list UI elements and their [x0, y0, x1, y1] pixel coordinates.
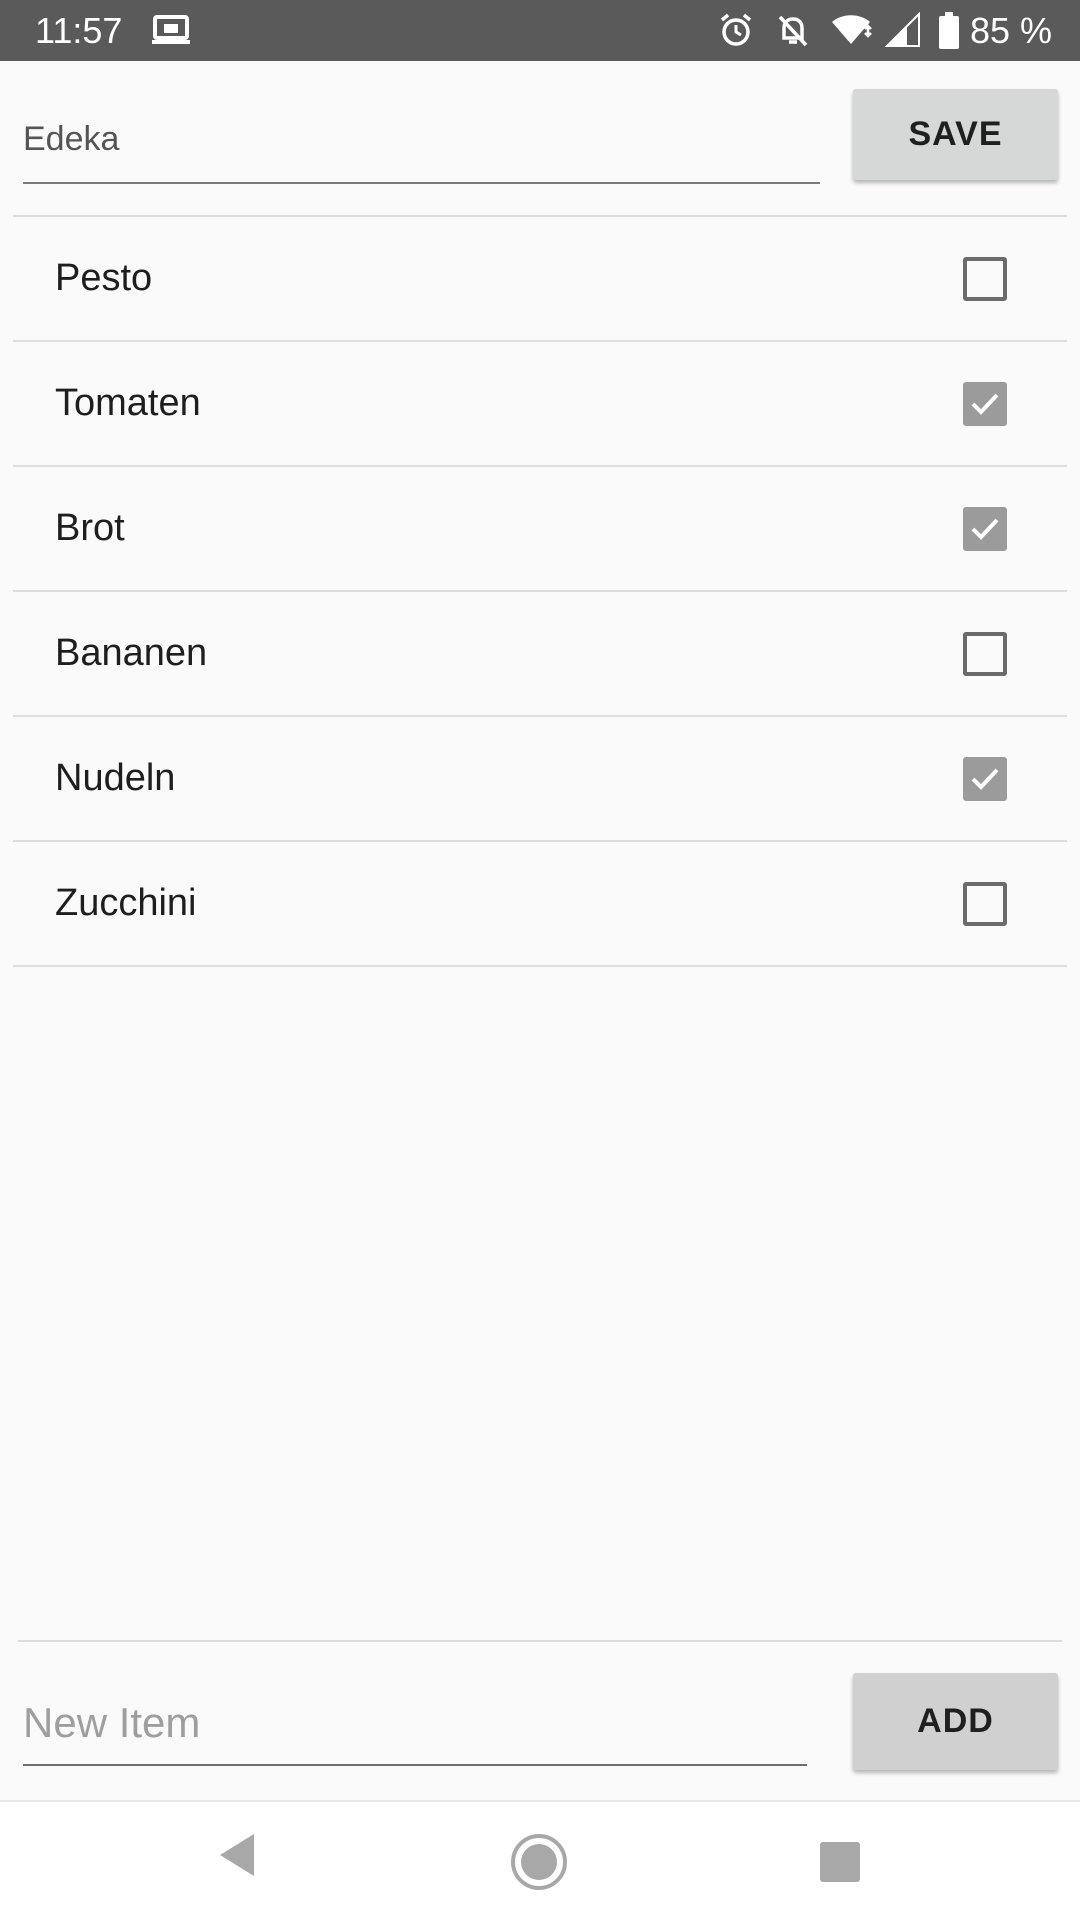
- item-label: Zucchini: [55, 882, 197, 924]
- item-label: Brot: [55, 507, 125, 549]
- wifi-icon: [830, 12, 874, 53]
- battery-percentage: 85 %: [970, 10, 1053, 51]
- list-item[interactable]: Bananen: [13, 592, 1067, 717]
- list-item[interactable]: Nudeln: [13, 717, 1067, 842]
- home-icon[interactable]: [509, 1832, 569, 1897]
- battery-icon: [938, 12, 960, 55]
- store-name-field[interactable]: [23, 104, 820, 184]
- item-label: Pesto: [55, 257, 153, 299]
- navigation-bar: [0, 1800, 1080, 1920]
- item-checkbox[interactable]: [963, 382, 1007, 426]
- list-item[interactable]: Brot: [13, 467, 1067, 592]
- store-name-input[interactable]: [23, 104, 820, 174]
- signal-icon: [884, 11, 921, 53]
- list-item[interactable]: Zucchini: [13, 842, 1067, 967]
- list-item[interactable]: Tomaten: [13, 342, 1067, 467]
- status-time: 11:57: [35, 10, 123, 51]
- new-item-field[interactable]: [23, 1688, 807, 1766]
- list-item[interactable]: Pesto: [13, 217, 1067, 342]
- back-icon[interactable]: [214, 1830, 258, 1885]
- notifications-off-icon: [775, 12, 811, 53]
- item-list: Pesto Tomaten Brot Bananen Nudeln Zucchi…: [0, 217, 1080, 967]
- status-bar: 11:57 85 %: [0, 0, 1080, 61]
- item-label: Nudeln: [55, 757, 176, 799]
- save-button[interactable]: SAVE: [853, 89, 1058, 180]
- checkmark-icon: [971, 768, 999, 790]
- item-checkbox[interactable]: [963, 632, 1007, 676]
- item-label: Bananen: [55, 632, 208, 674]
- item-checkbox[interactable]: [963, 882, 1007, 926]
- checkmark-icon: [971, 518, 999, 540]
- item-checkbox[interactable]: [963, 257, 1007, 301]
- cast-icon: [152, 15, 190, 50]
- item-label: Tomaten: [55, 382, 201, 424]
- add-button[interactable]: ADD: [853, 1673, 1058, 1770]
- footer-divider: [18, 1640, 1062, 1642]
- new-item-input[interactable]: [23, 1688, 807, 1758]
- checkmark-icon: [971, 393, 999, 415]
- shopping-list-screen: 11:57 85 % Edeka SAVE Pesto Tomaten Brot…: [0, 0, 1080, 1920]
- recents-icon[interactable]: [818, 1840, 862, 1889]
- item-checkbox[interactable]: [963, 507, 1007, 551]
- item-checkbox[interactable]: [963, 757, 1007, 801]
- alarm-icon: [718, 12, 754, 53]
